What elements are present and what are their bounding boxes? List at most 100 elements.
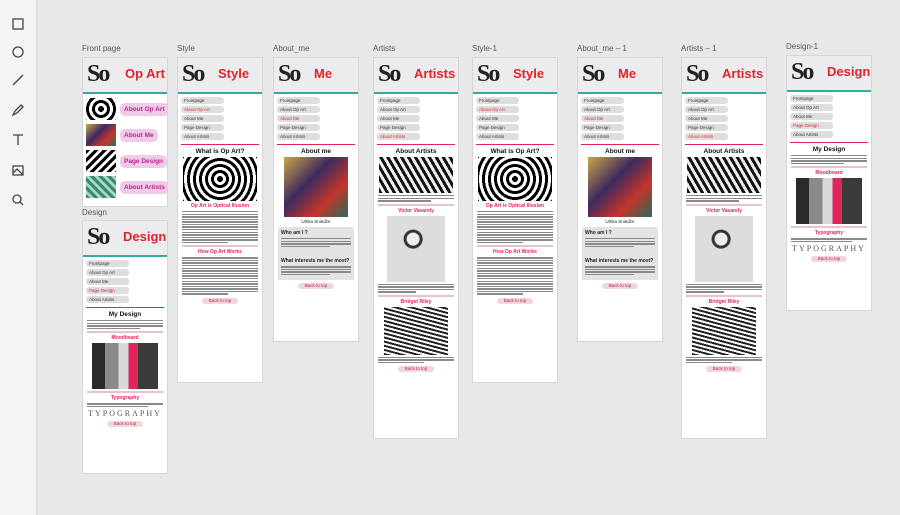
artboard-artists[interactable]: So Artists Frontpage About Op Art About … <box>373 57 459 439</box>
body-text <box>87 403 163 408</box>
artboard-label-artists1[interactable]: Artists – 1 <box>681 44 717 53</box>
nav-about-me[interactable]: About Me <box>790 113 833 120</box>
divider <box>686 294 762 297</box>
artboard-label-artists[interactable]: Artists <box>373 44 395 53</box>
pen-icon[interactable] <box>8 100 28 120</box>
nav-about-me[interactable]: About Me <box>581 115 624 122</box>
op-art-image <box>478 157 552 201</box>
nav-about-artists[interactable]: About Artists <box>277 133 320 140</box>
nav-frontpage[interactable]: Frontpage <box>181 97 224 104</box>
back-to-top-button[interactable]: Back to top <box>602 282 638 289</box>
nav-about-op-art[interactable]: About Op Art <box>86 269 129 276</box>
info-box: Who am I ? What interests me the most? <box>278 227 354 280</box>
nav-about-op-art[interactable]: About Op Art <box>685 106 728 113</box>
about-op-art-button[interactable]: About Op Art <box>120 102 167 116</box>
artboard-label-design[interactable]: Design <box>82 208 107 217</box>
artboard-label-style[interactable]: Style <box>177 44 195 53</box>
back-to-top-button[interactable]: Back to top <box>706 366 742 373</box>
site-header: So Design <box>787 56 871 92</box>
nav-about-me[interactable]: About Me <box>86 278 129 285</box>
divider <box>378 294 454 297</box>
nav-about-artists[interactable]: About Artists <box>581 133 624 140</box>
design-canvas[interactable]: Front page Style About_me Artists Style-… <box>37 0 900 515</box>
nav-about-artists[interactable]: About Artists <box>377 133 420 140</box>
nav-about-op-art[interactable]: About Op Art <box>581 106 624 113</box>
typography-title: Typography <box>814 230 844 237</box>
rectangle-icon[interactable] <box>8 14 28 34</box>
nav-about-artists[interactable]: About Artists <box>790 131 833 138</box>
header-title: Op Art <box>125 66 165 81</box>
nav-page-design[interactable]: Page Design <box>581 124 624 131</box>
divider <box>791 166 867 169</box>
nav-about-artists[interactable]: About Artists <box>86 296 129 303</box>
page-design-button[interactable]: Page Design <box>120 154 167 168</box>
artboard-label-design1[interactable]: Design-1 <box>786 42 818 51</box>
about-artists-button[interactable]: About Artists <box>120 180 167 194</box>
portrait-image <box>588 157 652 217</box>
back-to-top-button[interactable]: Back to top <box>298 282 334 289</box>
riley-photo <box>384 306 448 355</box>
artboard-design[interactable]: So Design Frontpage About Op Art About M… <box>82 220 168 474</box>
artboard-style-1[interactable]: So Style Frontpage About Op Art About Me… <box>472 57 558 383</box>
nav-page-design[interactable]: Page Design <box>377 124 420 131</box>
artboard-label-front[interactable]: Front page <box>82 44 121 53</box>
nav-page-design[interactable]: Page Design <box>181 124 224 131</box>
artboard-about-me[interactable]: So Me Frontpage About Op Art About Me Pa… <box>273 57 359 342</box>
nav-frontpage[interactable]: Frontpage <box>476 97 519 104</box>
nav-page-design[interactable]: Page Design <box>277 124 320 131</box>
nav-about-me[interactable]: About Me <box>181 115 224 122</box>
nav-about-op-art[interactable]: About Op Art <box>277 106 320 113</box>
nav-frontpage[interactable]: Frontpage <box>685 97 728 104</box>
artboard-label-style1[interactable]: Style-1 <box>472 44 497 53</box>
text-icon[interactable] <box>8 130 28 150</box>
nav-frontpage[interactable]: Frontpage <box>377 97 420 104</box>
image-icon[interactable] <box>8 160 28 180</box>
nav-about-artists[interactable]: About Artists <box>685 133 728 140</box>
ellipse-icon[interactable] <box>8 42 28 62</box>
body-text <box>477 257 553 295</box>
nav-page-design[interactable]: Page Design <box>86 287 129 294</box>
back-to-top-button[interactable]: Back to top <box>398 366 434 373</box>
artboard-about-me-1[interactable]: So Me Frontpage About Op Art About Me Pa… <box>577 57 663 342</box>
nav-about-me[interactable]: About Me <box>377 115 420 122</box>
nav-about-op-art[interactable]: About Op Art <box>790 104 833 111</box>
back-to-top-button[interactable]: Back to top <box>497 297 533 304</box>
back-to-top-button[interactable]: Back to top <box>202 297 238 304</box>
info-box: Who am I ? What interests me the most? <box>582 227 658 280</box>
nav-frontpage[interactable]: Frontpage <box>277 97 320 104</box>
site-header: So Op Art <box>83 58 167 94</box>
front-link-row: About Me <box>86 124 164 146</box>
nav-page-design[interactable]: Page Design <box>790 122 833 129</box>
nav-about-op-art[interactable]: About Op Art <box>476 106 519 113</box>
op-art-thumb <box>86 98 116 120</box>
back-to-top-button[interactable]: Back to top <box>107 421 143 428</box>
artboard-artists-1[interactable]: So Artists Frontpage About Op Art About … <box>681 57 767 439</box>
nav-page-design[interactable]: Page Design <box>685 124 728 131</box>
artboard-style[interactable]: So Style Frontpage About Op Art About Me… <box>177 57 263 383</box>
nav-frontpage[interactable]: Frontpage <box>86 260 129 267</box>
nav-about-op-art[interactable]: About Op Art <box>181 106 224 113</box>
zoom-icon[interactable] <box>8 190 28 210</box>
nav-about-op-art[interactable]: About Op Art <box>377 106 420 113</box>
nav-frontpage[interactable]: Frontpage <box>581 97 624 104</box>
nav-about-me[interactable]: About Me <box>685 115 728 122</box>
body-text <box>477 211 553 244</box>
nav-frontpage[interactable]: Frontpage <box>790 95 833 102</box>
divider <box>87 391 163 394</box>
back-to-top-button[interactable]: Back to top <box>811 256 847 263</box>
artboard-front-page[interactable]: So Op Art About Op Art About Me Page Des… <box>82 57 168 207</box>
about-me-button[interactable]: About Me <box>120 128 158 142</box>
nav-about-me[interactable]: About Me <box>476 115 519 122</box>
nav-about-artists[interactable]: About Artists <box>476 133 519 140</box>
subheading: How Op Art Works <box>198 249 242 256</box>
line-icon[interactable] <box>8 70 28 90</box>
nav-about-me[interactable]: About Me <box>277 115 320 122</box>
zebra-image <box>687 157 761 193</box>
page-heading: About Artists <box>703 148 745 155</box>
artboard-design-1[interactable]: So Design Frontpage About Op Art About M… <box>786 55 872 311</box>
nav-page-design[interactable]: Page Design <box>476 124 519 131</box>
moodboard-title: Moodboard <box>111 335 139 342</box>
nav-about-artists[interactable]: About Artists <box>181 133 224 140</box>
artboard-label-about[interactable]: About_me <box>273 44 309 53</box>
artboard-label-about1[interactable]: About_me – 1 <box>577 44 627 53</box>
